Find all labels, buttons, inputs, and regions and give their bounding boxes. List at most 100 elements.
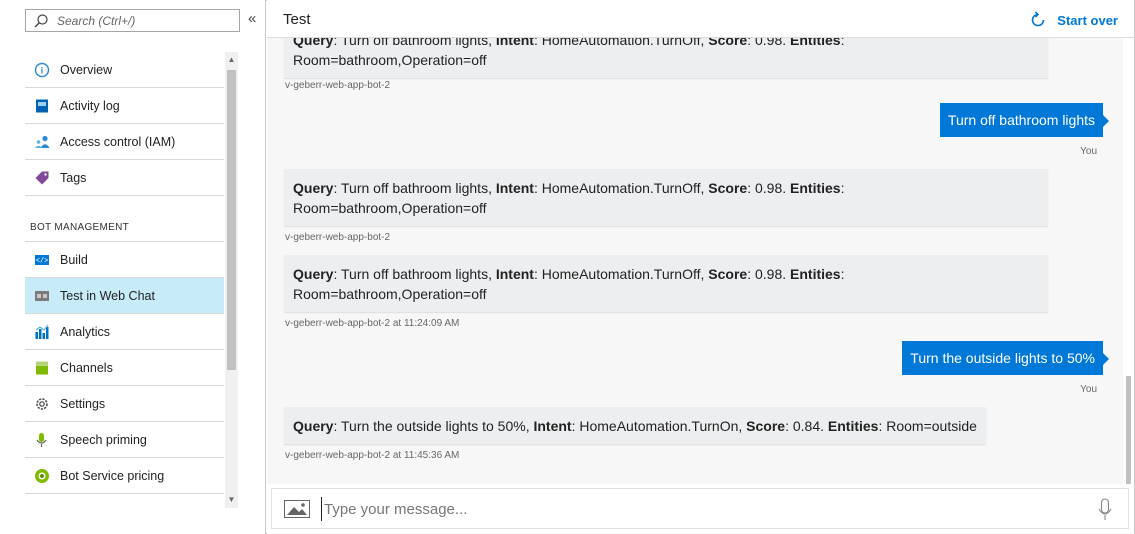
sidebar-item-overview[interactable]: i Overview <box>25 52 224 88</box>
bot-message: Query: Turn off bathroom lights, Intent:… <box>284 38 1048 78</box>
intent-value: HomeAutomation.TurnOff <box>541 266 701 282</box>
scroll-up-arrow-icon[interactable]: ▲ <box>225 54 238 66</box>
entities-value: Room=bathroom,Operation=off <box>293 286 487 302</box>
chat-header: Test Start over <box>267 0 1134 38</box>
entities-value: Room=outside <box>886 418 977 434</box>
message-sender: v-geberr-web-app-bot-2 <box>285 80 391 91</box>
entities-value: Room=bathroom,Operation=off <box>293 52 487 68</box>
speech-icon <box>36 433 47 447</box>
message-timestamp: v-geberr-web-app-bot-2 at 11:24:09 AM <box>285 318 460 329</box>
tag-icon <box>35 171 49 185</box>
scrollbar-thumb[interactable] <box>227 70 236 370</box>
score-label: Score <box>708 266 748 282</box>
sidebar-item-label: Test in Web Chat <box>60 289 155 303</box>
sidebar: Search (Ctrl+/) « i Overview Activity lo… <box>0 0 266 534</box>
microphone-icon[interactable] <box>1097 498 1113 522</box>
sidebar-item-label: Activity log <box>60 99 120 113</box>
start-over-button[interactable]: Start over <box>1029 11 1118 29</box>
pricing-icon <box>35 469 49 483</box>
query-label: Query <box>293 180 334 196</box>
sidebar-item-test-in-web-chat[interactable]: Test in Web Chat <box>25 278 224 314</box>
sidebar-item-label: Overview <box>60 63 113 77</box>
query-value: Turn off bathroom lights <box>341 180 489 196</box>
sidebar-item-label: Tags <box>60 171 87 185</box>
overview-icon: i <box>34 62 50 78</box>
intent-value: HomeAutomation.TurnOff <box>541 180 701 196</box>
image-upload-icon[interactable] <box>284 500 310 518</box>
user-message: Turn the outside lights to 50% <box>902 341 1109 375</box>
webchat-icon <box>35 291 49 301</box>
search-placeholder: Search (Ctrl+/) <box>57 14 136 28</box>
test-chat-panel: Test Start over Query: Turn off bathroom… <box>267 0 1134 534</box>
query-label: Query <box>293 418 334 434</box>
sidebar-item-tags[interactable]: Tags <box>25 160 224 196</box>
sidebar-item-label: Channels <box>60 361 113 375</box>
sidebar-item-label: Analytics <box>60 325 111 339</box>
score-value: 0.84 <box>792 418 821 434</box>
sidebar-item-label: Settings <box>60 397 106 411</box>
sidebar-item-activity-log[interactable]: Activity log <box>25 88 224 124</box>
score-label: Score <box>746 418 786 434</box>
intent-value: HomeAutomation.TurnOn <box>579 418 739 434</box>
start-over-label: Start over <box>1057 12 1118 28</box>
scroll-down-arrow-icon[interactable]: ▼ <box>225 494 238 506</box>
query-value: Turn off bathroom lights <box>341 266 489 282</box>
svg-text:</>: </> <box>36 258 49 266</box>
sidebar-item-label: Bot Service pricing <box>60 469 165 483</box>
svg-text:i: i <box>41 66 44 76</box>
entities-label: Entities <box>790 180 841 196</box>
nav-menu: i Overview Activity log Access control (… <box>25 52 224 494</box>
score-label: Score <box>708 180 748 196</box>
analytics-icon <box>35 324 49 339</box>
refresh-icon <box>1032 11 1045 27</box>
entities-value: Room=bathroom,Operation=off <box>293 200 487 216</box>
entities-label: Entities <box>790 38 841 48</box>
score-value: 0.98 <box>754 38 783 48</box>
section-header-bot-management: BOT MANAGEMENT <box>25 196 224 242</box>
intent-value: HomeAutomation.TurnOff <box>541 38 701 48</box>
sidebar-item-analytics[interactable]: Analytics <box>25 314 224 350</box>
message-sender: v-geberr-web-app-bot-2 <box>285 232 391 243</box>
message-sender: You <box>1080 146 1097 157</box>
sidebar-item-access-control[interactable]: Access control (IAM) <box>25 124 224 160</box>
query-value: Turn off bathroom lights <box>341 38 489 48</box>
page-title: Test <box>283 11 311 28</box>
chat-transcript: Query: Turn off bathroom lights, Intent:… <box>267 38 1123 484</box>
sidebar-item-label: Build <box>60 253 88 267</box>
score-value: 0.98 <box>754 180 783 196</box>
bot-message: Query: Turn off bathroom lights, Intent:… <box>284 255 1048 312</box>
sidebar-item-settings[interactable]: Settings <box>25 386 224 422</box>
search-box[interactable]: Search (Ctrl+/) <box>25 9 240 32</box>
access-control-icon <box>35 135 50 148</box>
message-composer <box>271 488 1129 529</box>
message-input[interactable] <box>321 497 1081 521</box>
sidebar-item-channels[interactable]: Channels <box>25 350 224 386</box>
search-icon <box>34 14 48 28</box>
activity-log-icon <box>36 99 48 113</box>
message-timestamp: v-geberr-web-app-bot-2 at 11:45:36 AM <box>285 450 460 461</box>
intent-label: Intent <box>495 38 534 48</box>
sidebar-item-build[interactable]: </> Build <box>25 242 224 278</box>
collapse-sidebar-button[interactable]: « <box>248 10 256 27</box>
sidebar-item-speech-priming[interactable]: Speech priming <box>25 422 224 458</box>
intent-label: Intent <box>533 418 572 434</box>
entities-label: Entities <box>827 418 879 434</box>
chat-scrollbar-thumb[interactable] <box>1126 376 1131 484</box>
channels-icon <box>36 361 48 375</box>
sidebar-scrollbar[interactable]: ▲ ▼ <box>225 52 238 508</box>
message-sender: You <box>1080 384 1097 395</box>
bot-message: Query: Turn the outside lights to 50%, I… <box>284 407 986 444</box>
sidebar-item-bot-service-pricing[interactable]: Bot Service pricing <box>25 458 224 494</box>
section-label: BOT MANAGEMENT <box>30 222 130 233</box>
query-label: Query <box>293 266 334 282</box>
user-message: Turn off bathroom lights <box>939 103 1110 137</box>
gear-icon <box>36 398 48 410</box>
bot-message: Query: Turn off bathroom lights, Intent:… <box>284 169 1048 226</box>
chat-scrollbar[interactable] <box>1123 38 1134 484</box>
score-label: Score <box>708 38 748 48</box>
score-value: 0.98 <box>754 266 783 282</box>
sidebar-item-label: Access control (IAM) <box>60 135 176 149</box>
query-label: Query <box>293 38 334 48</box>
code-icon: </> <box>35 255 49 266</box>
sidebar-item-label: Speech priming <box>60 433 147 447</box>
